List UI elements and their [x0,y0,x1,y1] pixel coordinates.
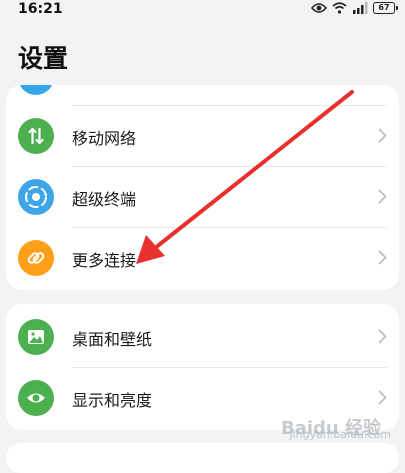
baidu-watermark: Baidu 经验 jingyan.baidu.com [281,414,391,441]
annotation-arrow [136,90,354,264]
watermark-subtext: jingyan.baidu.com [289,428,391,441]
